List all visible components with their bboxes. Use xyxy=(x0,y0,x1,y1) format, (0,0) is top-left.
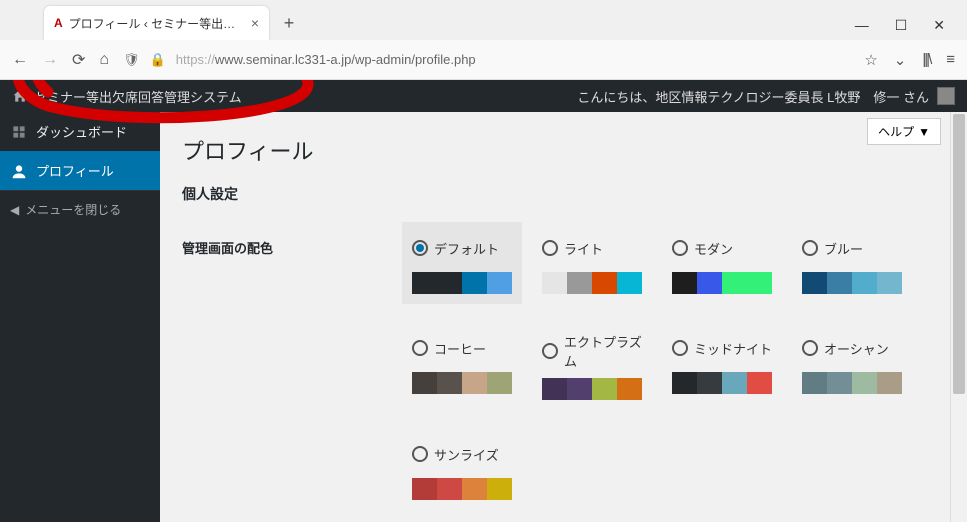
color-scheme-midnight[interactable]: ミッドナイト xyxy=(662,322,782,410)
color-scheme-default[interactable]: デフォルト xyxy=(402,222,522,304)
sidebar-item-profile[interactable]: プロフィール xyxy=(0,151,160,190)
forward-icon[interactable]: → xyxy=(42,51,58,69)
row-color-scheme: 管理画面の配色 デフォルト ライト モダン ブルーコーヒー エクトプラズム ミッドナイト オ… xyxy=(160,214,967,514)
swatches xyxy=(412,478,512,500)
scheme-label: オーシャン xyxy=(824,339,889,358)
swatches xyxy=(412,272,512,294)
home-site-icon[interactable] xyxy=(12,88,28,104)
color-schemes-list: デフォルト ライト モダン ブルーコーヒー エクトプラズム ミッドナイト オーシャンサンライ… xyxy=(402,218,945,510)
library-icon[interactable]: |||\ xyxy=(922,51,930,68)
address-bar[interactable]: 🛡 🔒 https://www.seminar.lc331-a.jp/wp-ad… xyxy=(123,52,850,68)
favicon: A xyxy=(54,16,63,30)
radio-icon[interactable] xyxy=(542,343,558,359)
maximize-icon[interactable]: ☐ xyxy=(895,17,908,34)
window-controls: — ☐ ✕ xyxy=(855,17,967,34)
chevron-down-icon: ▼ xyxy=(918,125,930,139)
shield-icon[interactable]: 🛡 xyxy=(123,52,140,68)
help-button[interactable]: ヘルプ ▼ xyxy=(867,118,941,145)
minimize-icon[interactable]: — xyxy=(855,17,869,34)
close-window-icon[interactable]: ✕ xyxy=(933,17,945,34)
swatches xyxy=(802,372,902,394)
page-title: プロフィール xyxy=(160,112,967,176)
color-scheme-modern[interactable]: モダン xyxy=(662,222,782,304)
sidebar-item-dashboard[interactable]: ダッシュボード xyxy=(0,112,160,151)
label-color-scheme: 管理画面の配色 xyxy=(182,218,402,510)
sidebar-collapse[interactable]: ◀ メニューを閉じる xyxy=(0,190,160,228)
radio-icon[interactable] xyxy=(672,340,688,356)
scheme-label: ブルー xyxy=(824,239,863,258)
color-scheme-coffee[interactable]: コーヒー xyxy=(402,322,522,410)
radio-icon[interactable] xyxy=(412,340,428,356)
scheme-label: デフォルト xyxy=(434,239,499,258)
star-icon[interactable]: ☆ xyxy=(864,51,877,69)
reload-icon[interactable]: ⟳ xyxy=(72,50,85,70)
site-name-link[interactable]: セミナー等出欠席回答管理システム xyxy=(34,87,242,106)
swatches xyxy=(672,272,772,294)
radio-icon[interactable] xyxy=(542,240,558,256)
section-heading-personal: 個人設定 xyxy=(160,176,967,214)
swatches xyxy=(542,272,642,294)
radio-icon[interactable] xyxy=(672,240,688,256)
color-scheme-sunrise[interactable]: サンライズ xyxy=(402,428,522,510)
admin-sidebar: ダッシュボード プロフィール ◀ メニューを閉じる xyxy=(0,112,160,522)
radio-icon[interactable] xyxy=(412,240,428,256)
swatches xyxy=(412,372,512,394)
color-scheme-light[interactable]: ライト xyxy=(532,222,652,304)
browser-titlebar: A プロフィール ‹ セミナー等出欠席回答 × + — ☐ ✕ xyxy=(0,0,967,40)
vertical-scrollbar[interactable] xyxy=(950,112,967,522)
avatar[interactable] xyxy=(937,87,955,105)
radio-icon[interactable] xyxy=(412,446,428,462)
scheme-label: モダン xyxy=(694,239,733,258)
tab-close-icon[interactable]: × xyxy=(251,15,259,31)
scheme-label: エクトプラズム xyxy=(564,332,642,370)
scheme-label: ライト xyxy=(564,239,603,258)
swatches xyxy=(672,372,772,394)
radio-icon[interactable] xyxy=(802,340,818,356)
home-icon[interactable]: ⌂ xyxy=(99,51,109,69)
scheme-label: ミッドナイト xyxy=(694,339,772,358)
scheme-label: サンライズ xyxy=(434,445,499,464)
color-scheme-ectoplasm[interactable]: エクトプラズム xyxy=(532,322,652,410)
new-tab-button[interactable]: + xyxy=(275,9,303,37)
radio-icon[interactable] xyxy=(802,240,818,256)
swatches xyxy=(802,272,902,294)
back-icon[interactable]: ← xyxy=(12,51,28,69)
browser-toolbar: ← → ⟳ ⌂ 🛡 🔒 https://www.seminar.lc331-a.… xyxy=(0,40,967,80)
profile-icon xyxy=(10,163,28,179)
color-scheme-ocean[interactable]: オーシャン xyxy=(792,322,912,410)
tab-title: プロフィール ‹ セミナー等出欠席回答 xyxy=(69,15,245,32)
color-scheme-blue[interactable]: ブルー xyxy=(792,222,912,304)
swatches xyxy=(542,378,642,400)
scrollbar-thumb[interactable] xyxy=(953,114,965,394)
lock-icon[interactable]: 🔒 xyxy=(150,52,166,68)
wp-admin-bar: セミナー等出欠席回答管理システム こんにちは、地区情報テクノロジー委員長 L牧野… xyxy=(0,80,967,112)
scheme-label: コーヒー xyxy=(434,339,486,358)
content-area: ヘルプ ▼ プロフィール 個人設定 管理画面の配色 デフォルト ライト モダン ブルー… xyxy=(160,112,967,522)
greeting-text[interactable]: こんにちは、地区情報テクノロジー委員長 L牧野 修一 さん xyxy=(577,87,929,106)
pocket-icon[interactable]: ⌄ xyxy=(894,51,907,69)
browser-tab[interactable]: A プロフィール ‹ セミナー等出欠席回答 × xyxy=(44,6,269,40)
collapse-icon: ◀ xyxy=(10,203,19,217)
menu-icon[interactable]: ≡ xyxy=(946,51,955,68)
dashboard-icon xyxy=(10,124,28,140)
